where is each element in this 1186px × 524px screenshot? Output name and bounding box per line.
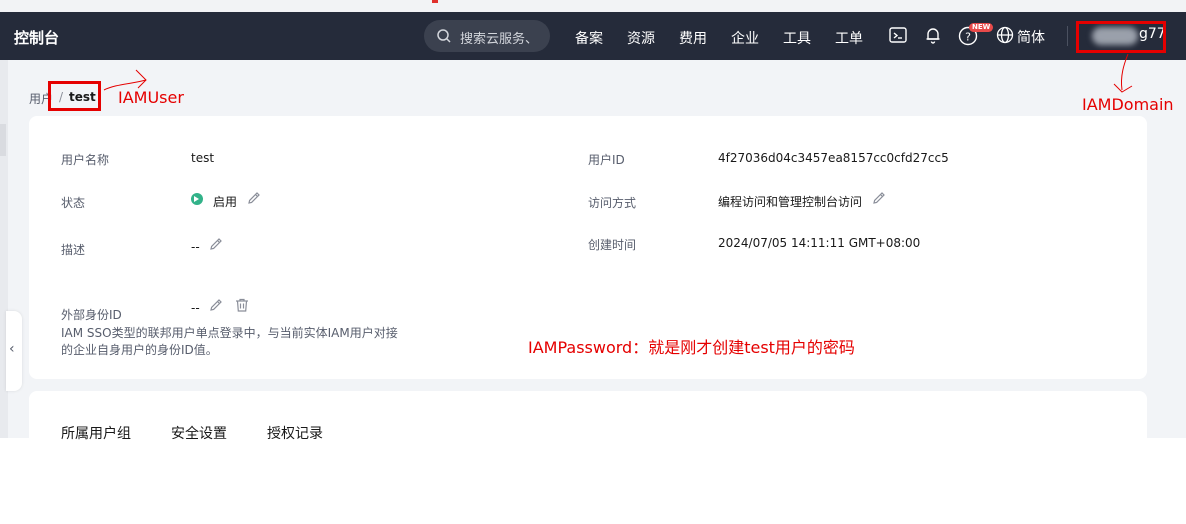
edit-access-icon[interactable] xyxy=(871,190,887,209)
annotation-box-iam-user xyxy=(48,81,101,111)
created-label: 创建时间 xyxy=(588,238,637,252)
description-value: -- xyxy=(191,240,200,254)
userid-label: 用户ID xyxy=(588,153,625,167)
annotation-iam-domain: IAMDomain xyxy=(1082,95,1174,114)
bell-icon[interactable] xyxy=(923,25,943,48)
page-bottom-blank xyxy=(0,438,1186,524)
external-id-description: IAM SSO类型的联邦用户单点登录中，与当前实体IAM用户对接的企业自身用户的… xyxy=(61,326,398,357)
cloud-shell-icon[interactable] xyxy=(888,25,908,48)
svg-text:?: ? xyxy=(965,31,971,44)
sidebar-active-strip xyxy=(0,124,6,156)
external-id-label: 外部身份ID xyxy=(61,308,122,322)
globe-icon[interactable] xyxy=(996,26,1014,47)
external-id-value: -- xyxy=(191,301,200,315)
description-label: 描述 xyxy=(61,243,86,257)
annotation-box-iam-domain xyxy=(1076,21,1166,53)
status-value: 启用 xyxy=(213,195,238,209)
top-navigation-bar: 控制台 搜索云服务、 备案 资源 费用 企业 工具 工单 ? NEW 简体 g7… xyxy=(0,12,1186,60)
access-value: 编程访问和管理控制台访问 xyxy=(718,195,863,209)
nav-menu-enterprise[interactable]: 企业 xyxy=(731,28,759,48)
annotation-iam-password: IAMPassword：就是刚才创建test用户的密码 xyxy=(528,338,855,357)
nav-menu-tickets[interactable]: 工单 xyxy=(835,28,863,48)
search-box[interactable]: 搜索云服务、 xyxy=(424,20,550,52)
search-icon xyxy=(436,28,452,47)
nav-divider xyxy=(1067,26,1068,46)
top-strip-mark xyxy=(432,0,438,3)
new-badge: NEW xyxy=(969,23,994,32)
status-enabled-icon xyxy=(191,193,203,205)
tab-security-settings[interactable]: 安全设置 xyxy=(171,423,227,443)
username-value: test xyxy=(191,151,215,165)
nav-menu-resources[interactable]: 资源 xyxy=(627,28,655,48)
username-label: 用户名称 xyxy=(61,153,110,167)
nav-menu-billing[interactable]: 费用 xyxy=(679,28,707,48)
edit-external-id-icon[interactable] xyxy=(208,297,224,316)
search-placeholder: 搜索云服务、 xyxy=(460,32,539,47)
chevron-left-icon: ‹ xyxy=(9,341,15,357)
sidebar-collapse-toggle[interactable]: ‹ xyxy=(6,311,22,391)
created-value: 2024/07/05 14:11:11 GMT+08:00 xyxy=(718,236,921,250)
language-switch[interactable]: 简体 xyxy=(1017,27,1045,47)
userid-value: 4f27036d04c3457ea8157cc0cfd27cc5 xyxy=(718,151,949,165)
console-brand[interactable]: 控制台 xyxy=(14,27,59,48)
access-label: 访问方式 xyxy=(588,196,637,210)
nav-menu-tools[interactable]: 工具 xyxy=(783,28,811,48)
edit-status-icon[interactable] xyxy=(246,190,262,209)
browser-top-strip xyxy=(0,0,1186,12)
nav-menu-beian[interactable]: 备案 xyxy=(575,28,603,48)
tab-user-groups[interactable]: 所属用户组 xyxy=(61,423,131,443)
annotation-iam-user: IAMUser xyxy=(118,88,184,107)
status-label: 状态 xyxy=(61,196,86,210)
tab-authorization-records[interactable]: 授权记录 xyxy=(267,423,323,443)
edit-description-icon[interactable] xyxy=(208,236,224,255)
trash-icon[interactable] xyxy=(234,297,250,316)
